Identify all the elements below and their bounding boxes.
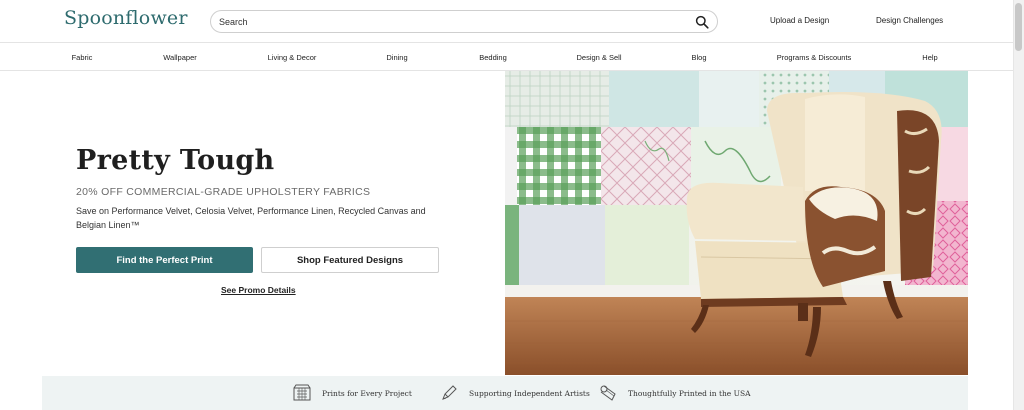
features-band: Prints for Every Project Supporting Inde… [42, 376, 968, 410]
nav-item-wallpaper[interactable]: Wallpaper [163, 53, 197, 62]
feature-label: Supporting Independent Artists [469, 388, 590, 398]
feature-label: Prints for Every Project [322, 388, 412, 398]
spoonflower-logo[interactable]: Spoonflower [64, 7, 188, 29]
feature-supporting-independent-artists: Supporting Independent Artists [439, 384, 590, 402]
nav-item-blog[interactable]: Blog [691, 53, 706, 62]
search-icon[interactable] [695, 15, 709, 29]
armchair-fabric-wall-illustration [505, 71, 968, 375]
see-promo-details-link[interactable]: See Promo Details [221, 285, 296, 295]
search-bar[interactable] [210, 10, 718, 33]
nav-item-help[interactable]: Help [922, 53, 937, 62]
search-input[interactable] [219, 13, 689, 30]
page-scrollbar[interactable] [1013, 0, 1024, 410]
upload-design-link[interactable]: Upload a Design [770, 16, 829, 25]
fabric-swatches-icon [293, 384, 311, 401]
nav-item-design-sell[interactable]: Design & Sell [576, 53, 621, 62]
hero-image [505, 71, 968, 375]
pencil-icon [442, 385, 457, 400]
hero-subtitle: 20% OFF COMMERCIAL-GRADE UPHOLSTERY FABR… [76, 186, 371, 198]
scrollbar-thumb[interactable] [1015, 3, 1022, 51]
design-challenges-link[interactable]: Design Challenges [876, 16, 943, 25]
fabric-roll-icon [600, 385, 616, 401]
find-perfect-print-button[interactable]: Find the Perfect Print [76, 247, 253, 273]
nav-item-dining[interactable]: Dining [386, 53, 407, 62]
nav-item-fabric[interactable]: Fabric [72, 53, 93, 62]
site-header: Spoonflower Upload a Design Design Chall… [0, 0, 1013, 43]
feature-label: Thoughtfully Printed in the USA [628, 388, 751, 398]
nav-item-bedding[interactable]: Bedding [479, 53, 507, 62]
nav-item-programs-discounts[interactable]: Programs & Discounts [777, 53, 852, 62]
shop-featured-designs-button[interactable]: Shop Featured Designs [261, 247, 439, 273]
hero-description: Save on Performance Velvet, Celosia Velv… [76, 206, 426, 230]
nav-item-living-decor[interactable]: Living & Decor [268, 53, 317, 62]
hero-title: Pretty Tough [76, 145, 275, 176]
feature-printed-in-usa: Thoughtfully Printed in the USA [598, 384, 751, 402]
main-nav: Fabric Wallpaper Living & Decor Dining B… [0, 44, 1013, 71]
feature-prints-for-every-project: Prints for Every Project [292, 384, 412, 402]
